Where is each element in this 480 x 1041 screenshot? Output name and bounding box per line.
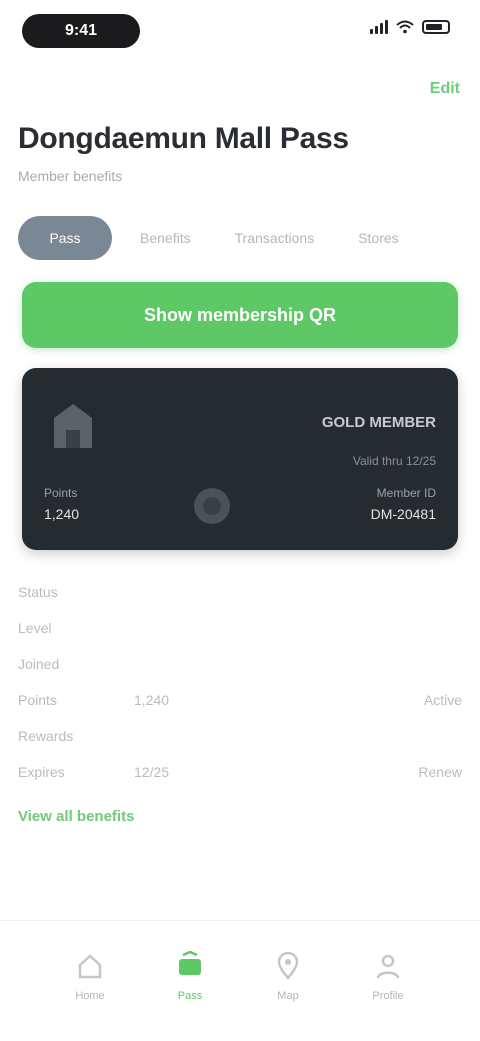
info-row: Joined [18, 646, 462, 682]
info-row: Expires 12/25 Renew [18, 754, 462, 790]
chip-icon [194, 488, 230, 524]
info-label: Rewards [18, 728, 74, 744]
tab-label: Profile [372, 990, 404, 1002]
info-row: Rewards [18, 718, 462, 754]
status-icons [370, 20, 450, 34]
page-subtitle: Member benefits [18, 168, 123, 184]
view-benefits-link[interactable]: View all benefits [18, 808, 134, 825]
home-icon [78, 954, 102, 979]
info-label: Status [18, 584, 58, 600]
filter-chips: Pass Benefits Transactions Stores [18, 212, 480, 264]
tab-label: Home [75, 990, 105, 1002]
info-label: Points [18, 692, 57, 708]
page-title: Dongdaemun Mall Pass [18, 122, 349, 155]
chip-benefits[interactable]: Benefits [124, 216, 207, 260]
chip-pass[interactable]: Pass [18, 216, 112, 260]
tab-bar: Home Pass Map Profile [0, 920, 480, 1041]
tab-home[interactable]: Home [60, 951, 120, 1002]
status-bar: 9:41 [0, 0, 480, 64]
card-id-value: DM-20481 [370, 506, 436, 522]
info-row: Status [18, 574, 462, 610]
info-middle: 12/25 [134, 764, 170, 780]
card-tier: GOLD MEMBER [321, 414, 436, 431]
chip-stores[interactable]: Stores [342, 216, 414, 260]
chip-transactions[interactable]: Transactions [219, 216, 331, 260]
info-middle: 1,240 [134, 692, 170, 708]
info-value: Active [423, 692, 462, 708]
tab-label: Pass [177, 990, 203, 1002]
card-id-label: Member ID [376, 486, 436, 500]
mall-logo-icon [54, 404, 92, 448]
pass-icon [179, 950, 201, 975]
info-label: Expires [18, 764, 65, 780]
map-icon [277, 951, 299, 980]
membership-card[interactable]: GOLD MEMBER Valid thru 12/25 Points 1,24… [22, 368, 458, 550]
show-qr-button[interactable]: Show membership QR [22, 282, 458, 348]
edit-button[interactable]: Edit [430, 80, 460, 98]
wifi-icon [396, 20, 414, 34]
tab-label: Map [277, 990, 299, 1002]
info-row: Points 1,240 Active [18, 682, 462, 718]
card-points-value: 1,240 [44, 506, 80, 522]
status-time: 9:41 [64, 22, 98, 39]
tab-profile[interactable]: Profile [358, 951, 418, 1002]
info-value: Renew [418, 764, 462, 780]
tab-pass[interactable]: Pass [160, 950, 220, 1002]
info-list: Status Level Joined Points 1,240 Active … [18, 574, 462, 790]
profile-icon [376, 954, 400, 979]
info-row: Level [18, 610, 462, 646]
card-points-label: Points [44, 486, 78, 500]
card-validity: Valid thru 12/25 [352, 454, 436, 468]
info-label: Level [18, 620, 52, 636]
signal-icon [370, 20, 388, 34]
info-label: Joined [18, 656, 60, 672]
battery-icon [422, 20, 450, 34]
tab-map[interactable]: Map [258, 951, 318, 1002]
